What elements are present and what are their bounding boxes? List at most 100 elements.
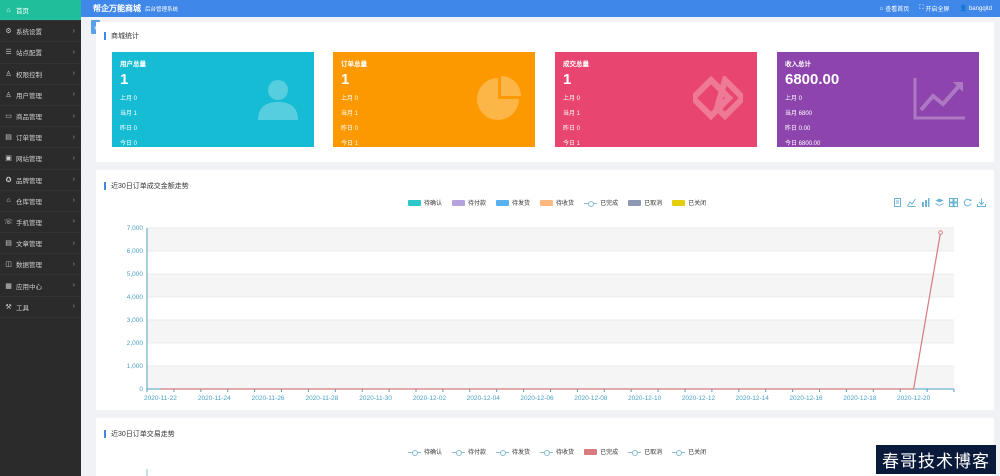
x-tick-label: 2020-12-02 xyxy=(413,395,447,402)
brand-subtitle: 后台管理系统 xyxy=(145,6,179,13)
sidebar-item-label: 品牌管理 xyxy=(16,177,42,185)
stats-panel-title: 商城统计 xyxy=(104,31,139,41)
legend-item[interactable]: 已完成 xyxy=(584,447,618,456)
user-icon xyxy=(256,76,300,122)
sidebar-item-label: 文章管理 xyxy=(16,241,42,249)
stat-card-title: 订单总量 xyxy=(341,61,367,68)
sidebar-item-label: 权限控制 xyxy=(16,71,42,79)
monitor-icon: ▣ xyxy=(5,155,12,163)
fullscreen-link[interactable]: ⛶ 开启全屏 xyxy=(919,4,949,13)
x-tick-label: 2020-12-10 xyxy=(628,395,662,402)
chevron-right-icon: › xyxy=(72,303,75,311)
sidebar-item-13[interactable]: ▦ 应用中心 › xyxy=(0,275,81,297)
stat-card-2: 成交总量 1 上月 0 当月 1 昨日 0 今日 1 xyxy=(555,52,757,147)
watermark: 春哥技术博客 xyxy=(876,445,996,474)
user-lock-icon: ♙ xyxy=(5,70,12,78)
stat-card-row: 昨日 0 xyxy=(341,126,359,132)
star-icon: ✪ xyxy=(5,176,12,184)
chevron-right-icon: › xyxy=(72,239,75,247)
x-tick-label: 2020-12-06 xyxy=(520,395,554,402)
fullscreen-label: 开启全屏 xyxy=(925,7,950,13)
article-icon: ▤ xyxy=(5,240,12,248)
stat-card-row: 昨日 0 xyxy=(120,126,138,132)
sidebar-item-label: 应用中心 xyxy=(16,283,42,291)
sidebar-item-14[interactable]: ⚒ 工具 › xyxy=(0,297,81,318)
x-tick-label: 2020-12-20 xyxy=(897,395,931,402)
x-tick-label: 2020-11-28 xyxy=(305,395,338,402)
y-tick-label: 6,000 xyxy=(127,248,144,255)
pie-chart-icon xyxy=(475,76,521,124)
view-home-label: 查看首页 xyxy=(885,7,910,13)
stat-card-row: 今日 6800.00 xyxy=(785,141,821,147)
sidebar-item-4[interactable]: ♙ 用户管理 › xyxy=(0,85,81,106)
database-icon: ◫ xyxy=(5,261,12,269)
sliders-icon: ☰ xyxy=(5,49,12,57)
data-point xyxy=(938,230,943,235)
x-tick-label: 2020-12-04 xyxy=(467,395,501,402)
sidebar-item-label: 网站管理 xyxy=(16,156,42,164)
home-icon: ⌂ xyxy=(6,6,11,14)
sidebar-item-12[interactable]: ◫ 数据管理 › xyxy=(0,254,81,276)
sidebar-item-0[interactable]: ⌂ 首页 xyxy=(0,0,81,22)
stat-card-title: 收入总计 xyxy=(785,61,811,68)
legend-item[interactable]: 待发货 xyxy=(496,447,530,456)
legend-item[interactable]: 待付款 xyxy=(452,447,486,456)
diamond-link-icon xyxy=(688,74,748,122)
sidebar-item-label: 手机管理 xyxy=(16,219,42,227)
legend-label: 已完成 xyxy=(600,450,619,456)
stat-card-title: 用户总量 xyxy=(120,61,146,68)
stat-card-3: 收入总计 6800.00 上月 0 当月 6800 昨日 0.00 今日 6800.00 xyxy=(777,52,979,147)
sidebar-item-label: 工具 xyxy=(16,304,29,312)
chevron-right-icon: › xyxy=(72,133,75,141)
legend-label: 已关闭 xyxy=(688,450,707,456)
legend-label: 待发货 xyxy=(512,450,531,456)
brand-name: 帮企万能商城 xyxy=(93,4,141,13)
sidebar-item-9[interactable]: ⌂ 仓库管理 › xyxy=(0,191,81,212)
y-tick-label: 3,000 xyxy=(127,317,144,324)
sidebar-item-5[interactable]: ▭ 商品管理 › xyxy=(0,106,81,128)
username: bangqitd xyxy=(968,5,992,12)
grid-icon: ▦ xyxy=(5,282,12,290)
stat-card-title: 成交总量 xyxy=(563,61,589,68)
legend-line-marker xyxy=(496,449,510,456)
sidebar-item-7[interactable]: ▣ 网站管理 › xyxy=(0,148,81,170)
sidebar-item-1[interactable]: ⚙ 系统设置 › xyxy=(0,21,81,43)
chart2-legend: 待确认 待付款 待发货 待收货 已完成 已取消 已关闭 xyxy=(408,447,706,456)
legend-line-marker xyxy=(540,449,554,456)
trade-trend-chart-axis xyxy=(146,469,148,476)
chevron-right-icon: › xyxy=(72,27,75,35)
chevron-right-icon: › xyxy=(72,218,75,226)
legend-item[interactable]: 已取消 xyxy=(628,447,662,456)
order-icon: ▤ xyxy=(5,134,12,142)
sidebar-item-label: 商品管理 xyxy=(16,114,42,122)
sidebar-item-3[interactable]: ♙ 权限控制 › xyxy=(0,64,81,85)
sidebar-item-label: 订单管理 xyxy=(16,135,42,143)
legend-label: 已取消 xyxy=(644,450,663,456)
legend-item[interactable]: 待收货 xyxy=(540,447,574,456)
sidebar-item-label: 数据管理 xyxy=(16,262,42,270)
box-icon: ▭ xyxy=(5,113,12,121)
x-tick-label: 2020-11-26 xyxy=(252,395,285,402)
sidebar-item-6[interactable]: ▤ 订单管理 › xyxy=(0,127,81,149)
y-tick-label: 1,000 xyxy=(127,363,144,370)
view-home-link[interactable]: ⌂ 查看首页 xyxy=(880,4,910,14)
legend-label: 待付款 xyxy=(468,450,487,456)
legend-item[interactable]: 待确认 xyxy=(408,447,442,456)
chevron-right-icon: › xyxy=(72,154,75,162)
stat-card-row: 今日 0 xyxy=(120,141,138,147)
sidebar-item-8[interactable]: ✪ 品牌管理 › xyxy=(0,170,81,191)
trade-trend-title: 近30日订单交易走势 xyxy=(104,429,175,439)
sidebar-item-label: 用户管理 xyxy=(16,92,42,100)
sidebar-item-label: 首页 xyxy=(16,8,29,16)
sidebar-item-11[interactable]: ▤ 文章管理 › xyxy=(0,233,81,255)
chevron-right-icon: › xyxy=(72,70,75,78)
legend-label: 待确认 xyxy=(424,450,443,456)
user-menu[interactable]: 👤 bangqitd xyxy=(959,4,992,13)
y-tick-label: 4,000 xyxy=(127,294,144,301)
sidebar-item-2[interactable]: ☰ 站点配置 › xyxy=(0,42,81,64)
sidebar: ⌂ 首页 ⚙ 系统设置 › ☰ 站点配置 › ♙ 权限控制 › ♙ 用户管理 › ▭ 商品管理 › ▤ 订单管理 › ▣… xyxy=(0,0,81,476)
legend-item[interactable]: 已关闭 xyxy=(672,447,706,456)
legend-label: 待收货 xyxy=(556,450,575,456)
sidebar-item-10[interactable]: ☏ 手机管理 › xyxy=(0,212,81,234)
tools-icon: ⚒ xyxy=(5,303,12,311)
